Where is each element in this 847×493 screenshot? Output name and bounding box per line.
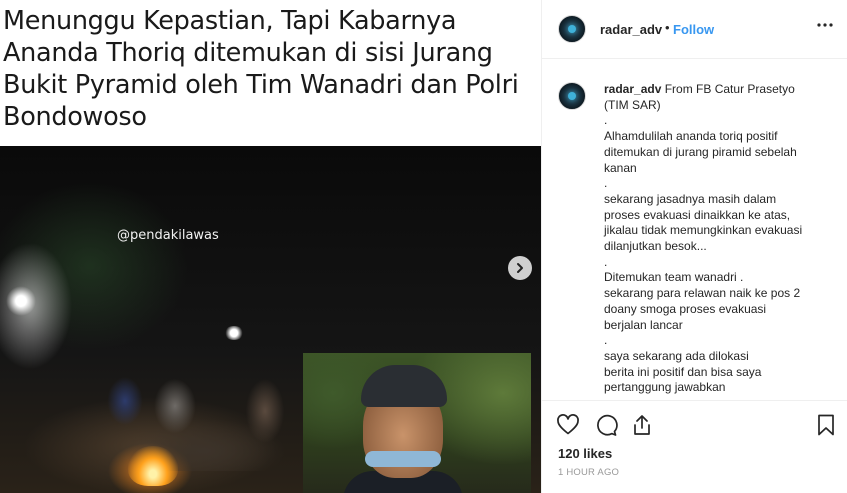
inset-portrait-photo [303, 353, 531, 493]
avatar[interactable] [558, 15, 586, 43]
caption-line: ditemukan di jurang piramid sebelah [604, 144, 797, 159]
caption-line: Alhamdulilah ananda toriq positif [604, 129, 778, 144]
caption-line: Ditemukan team wanadri . [604, 270, 744, 285]
post-caption: radar_adv From FB Catur Prasetyo (TIM SA… [604, 82, 832, 396]
caption-line: saya sekarang ada dilokasi [604, 348, 749, 363]
caption-line: doany smoga proses evakuasi [604, 301, 767, 316]
people-silhouettes [95, 361, 305, 471]
night-photo: @pendakilawas [0, 146, 541, 493]
caption-line: proses evakuasi dinaikkan ke atas, [604, 207, 791, 222]
header-separator: • [665, 20, 670, 35]
caption-line: dilanjutkan besok... [604, 239, 707, 254]
caption-line: sekarang jasadnya masih dalam [604, 191, 777, 206]
next-slide-button[interactable] [508, 256, 532, 280]
caption-line: berjalan lancar [604, 317, 683, 332]
caption-username[interactable]: radar_adv [604, 82, 661, 96]
caption-line: (TIM SAR) [604, 97, 661, 112]
caption-line: sekarang para relawan naik ke pos 2 [604, 286, 801, 301]
bookmark-icon [818, 414, 834, 436]
comments-area[interactable]: radar_adv From FB Catur Prasetyo (TIM SA… [542, 60, 847, 400]
caption-line: . [604, 333, 608, 348]
share-icon [634, 415, 650, 435]
post-header: radar_adv • Follow [542, 0, 847, 59]
more-options-icon[interactable] [816, 16, 834, 39]
post-sidebar: radar_adv • Follow radar_adv From FB Cat… [541, 0, 847, 493]
caption-line: jikalau tidak memungkinkan evakuasi [604, 223, 803, 238]
caption-line: . [604, 113, 608, 128]
chevron-right-icon [517, 263, 523, 273]
caption-avatar[interactable] [558, 82, 586, 110]
headline-banner: Menunggu Kepastian, Tapi Kabarnya Ananda… [0, 0, 541, 146]
caption-line: berita ini positif dan bisa saya [604, 364, 762, 379]
likes-count[interactable]: 120 likes [558, 446, 612, 461]
save-button[interactable] [814, 413, 838, 437]
heart-icon [557, 414, 579, 435]
post-actions: 120 likes 1 HOUR AGO [542, 400, 847, 493]
inset-face-mask [365, 451, 441, 467]
post-timestamp[interactable]: 1 HOUR AGO [558, 467, 619, 478]
distant-light [224, 326, 244, 340]
share-button[interactable] [630, 413, 654, 437]
media-watermark: @pendakilawas [117, 228, 219, 243]
caption-line: . [604, 176, 608, 191]
media-headline: Menunggu Kepastian, Tapi Kabarnya Ananda… [3, 6, 519, 132]
header-username[interactable]: radar_adv [600, 22, 662, 37]
follow-button[interactable]: Follow [673, 22, 714, 37]
more-horizontal-icon [817, 23, 833, 27]
comment-button[interactable] [594, 413, 618, 437]
post-media[interactable]: Menunggu Kepastian, Tapi Kabarnya Ananda… [0, 0, 541, 493]
campfire [128, 446, 178, 486]
comment-icon [597, 414, 618, 436]
caption-line: From FB Catur Prasetyo [664, 82, 795, 96]
caption-line: . [604, 254, 608, 269]
like-button[interactable] [556, 413, 580, 437]
inset-cap [361, 365, 447, 407]
caption-line: pertanggung jawabkan [604, 380, 726, 395]
caption-line: kanan [604, 160, 637, 175]
lamp-light [6, 286, 36, 316]
